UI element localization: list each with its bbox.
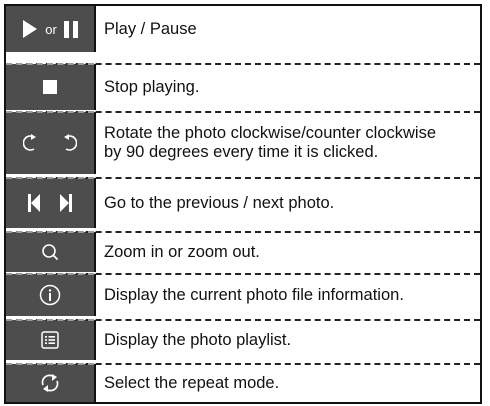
playlist-icon-cell <box>6 319 96 360</box>
row-description: Go to the previous / next photo. <box>96 178 480 228</box>
row-description: Stop playing. <box>96 64 480 110</box>
stop-icon <box>43 80 57 94</box>
rotate-icon-cell <box>6 111 96 174</box>
zoom-icon-cell <box>6 231 96 272</box>
play-icon <box>22 20 38 38</box>
rotate-text-line1: Rotate the photo clockwise/counter clock… <box>104 124 436 142</box>
table-row: Rotate the photo clockwise/counter clock… <box>6 111 480 174</box>
table-row: Go to the previous / next photo. <box>6 177 480 228</box>
repeat-icon-cell <box>6 363 96 402</box>
play-pause-text: Play / Pause <box>104 19 197 38</box>
row-description: Zoom in or zoom out. <box>96 232 480 272</box>
rotate-text-line2: by 90 degrees every time it is clicked. <box>104 143 379 161</box>
row-description: Rotate the photo clockwise/counter clock… <box>96 112 480 174</box>
rotate-counterclockwise-icon <box>23 133 39 153</box>
table-row: Zoom in or zoom out. <box>6 231 480 272</box>
prev-next-text: Go to the previous / next photo. <box>104 193 335 212</box>
pause-icon <box>63 20 78 38</box>
table-row: or Play / Pause <box>6 6 480 52</box>
previous-icon <box>28 194 40 212</box>
row-description: Select the repeat mode. <box>96 364 480 402</box>
table-row: Stop playing. <box>6 63 480 110</box>
row-description: Play / Pause <box>96 6 480 52</box>
zoom-text: Zoom in or zoom out. <box>104 242 260 261</box>
table-row: Display the photo playlist. <box>6 319 480 360</box>
next-icon <box>60 194 72 212</box>
zoom-icon <box>41 243 59 261</box>
prev-next-icon-cell <box>6 177 96 228</box>
controls-table: or Play / Pause Stop playing. Rotate the… <box>4 4 482 404</box>
table-row: Select the repeat mode. <box>6 363 480 402</box>
info-text: Display the current photo file informati… <box>104 285 404 304</box>
repeat-icon <box>39 373 61 393</box>
row-description: Display the photo playlist. <box>96 320 480 360</box>
or-label: or <box>45 21 57 37</box>
rotate-clockwise-icon <box>61 133 77 153</box>
play-pause-icon-cell: or <box>6 6 96 52</box>
playlist-text: Display the photo playlist. <box>104 330 292 349</box>
stop-icon-cell <box>6 63 96 110</box>
info-icon-cell <box>6 273 96 316</box>
playlist-icon <box>41 331 59 349</box>
info-icon <box>39 284 61 306</box>
stop-text: Stop playing. <box>104 77 200 96</box>
row-description: Display the current photo file informati… <box>96 274 480 316</box>
table-row: Display the current photo file informati… <box>6 273 480 316</box>
repeat-text: Select the repeat mode. <box>104 373 280 392</box>
